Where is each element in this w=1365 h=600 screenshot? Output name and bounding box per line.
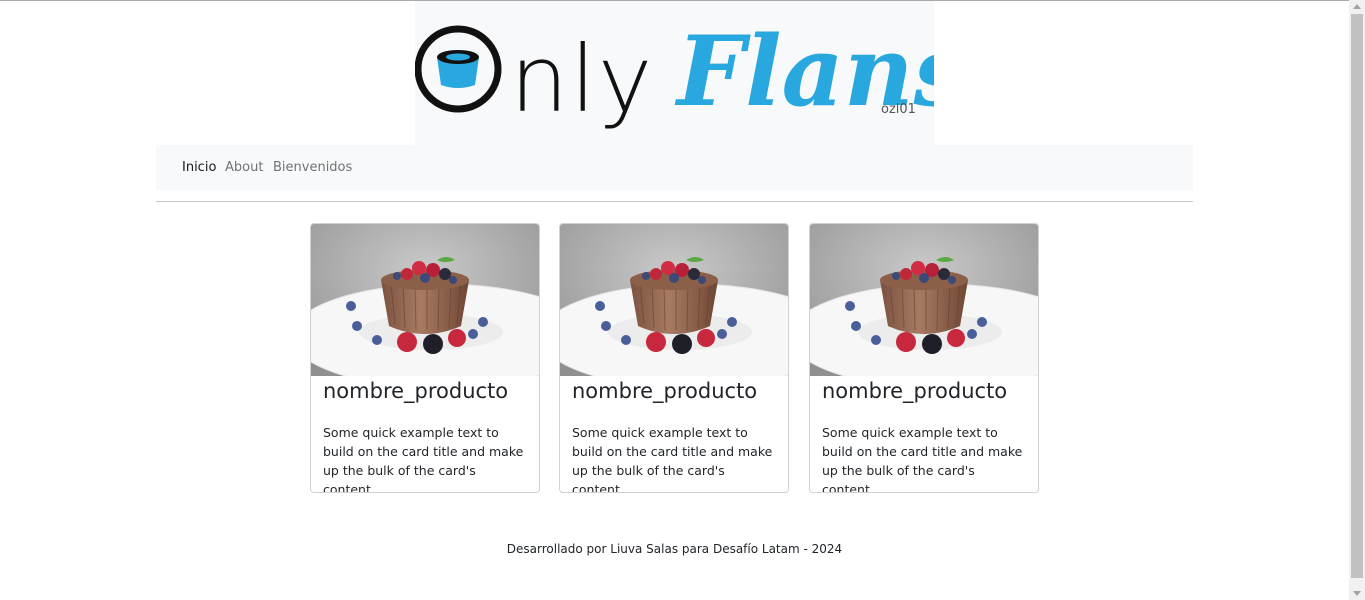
nav-link-bienvenidos[interactable]: Bienvenidos bbox=[273, 159, 352, 177]
logo-badge: ozl01 bbox=[881, 102, 916, 117]
card-title: nombre_producto bbox=[323, 379, 509, 403]
site-logo[interactable]: nly Flans ozl01 bbox=[415, 1, 934, 145]
vertical-scrollbar[interactable] bbox=[1349, 0, 1365, 600]
logo-graphic: nly Flans ozl01 bbox=[415, 15, 934, 133]
card-title: nombre_producto bbox=[822, 379, 1008, 403]
section-divider bbox=[156, 201, 1193, 202]
scrollbar-thumb[interactable] bbox=[1351, 14, 1363, 578]
product-card: nombre_producto Some quick example text … bbox=[310, 223, 540, 493]
card-text: Some quick example text to build on the … bbox=[572, 425, 773, 493]
footer-credit: Desarrollado por Liuva Salas para Desafí… bbox=[506, 542, 843, 556]
nav-link-about[interactable]: About bbox=[225, 159, 263, 177]
product-image bbox=[311, 224, 539, 376]
product-card: nombre_producto Some quick example text … bbox=[559, 223, 789, 493]
product-image bbox=[560, 224, 788, 376]
scroll-up-arrow-icon[interactable] bbox=[1353, 4, 1361, 9]
navbar: Inicio About Bienvenidos bbox=[156, 145, 1193, 190]
card-text: Some quick example text to build on the … bbox=[822, 425, 1023, 493]
card-title: nombre_producto bbox=[572, 379, 758, 403]
scroll-down-arrow-icon[interactable] bbox=[1353, 591, 1361, 596]
product-image bbox=[810, 224, 1038, 376]
card-text: Some quick example text to build on the … bbox=[323, 425, 524, 493]
product-card: nombre_producto Some quick example text … bbox=[809, 223, 1039, 493]
svg-text:nly: nly bbox=[510, 26, 654, 133]
nav-link-inicio[interactable]: Inicio bbox=[182, 159, 216, 177]
